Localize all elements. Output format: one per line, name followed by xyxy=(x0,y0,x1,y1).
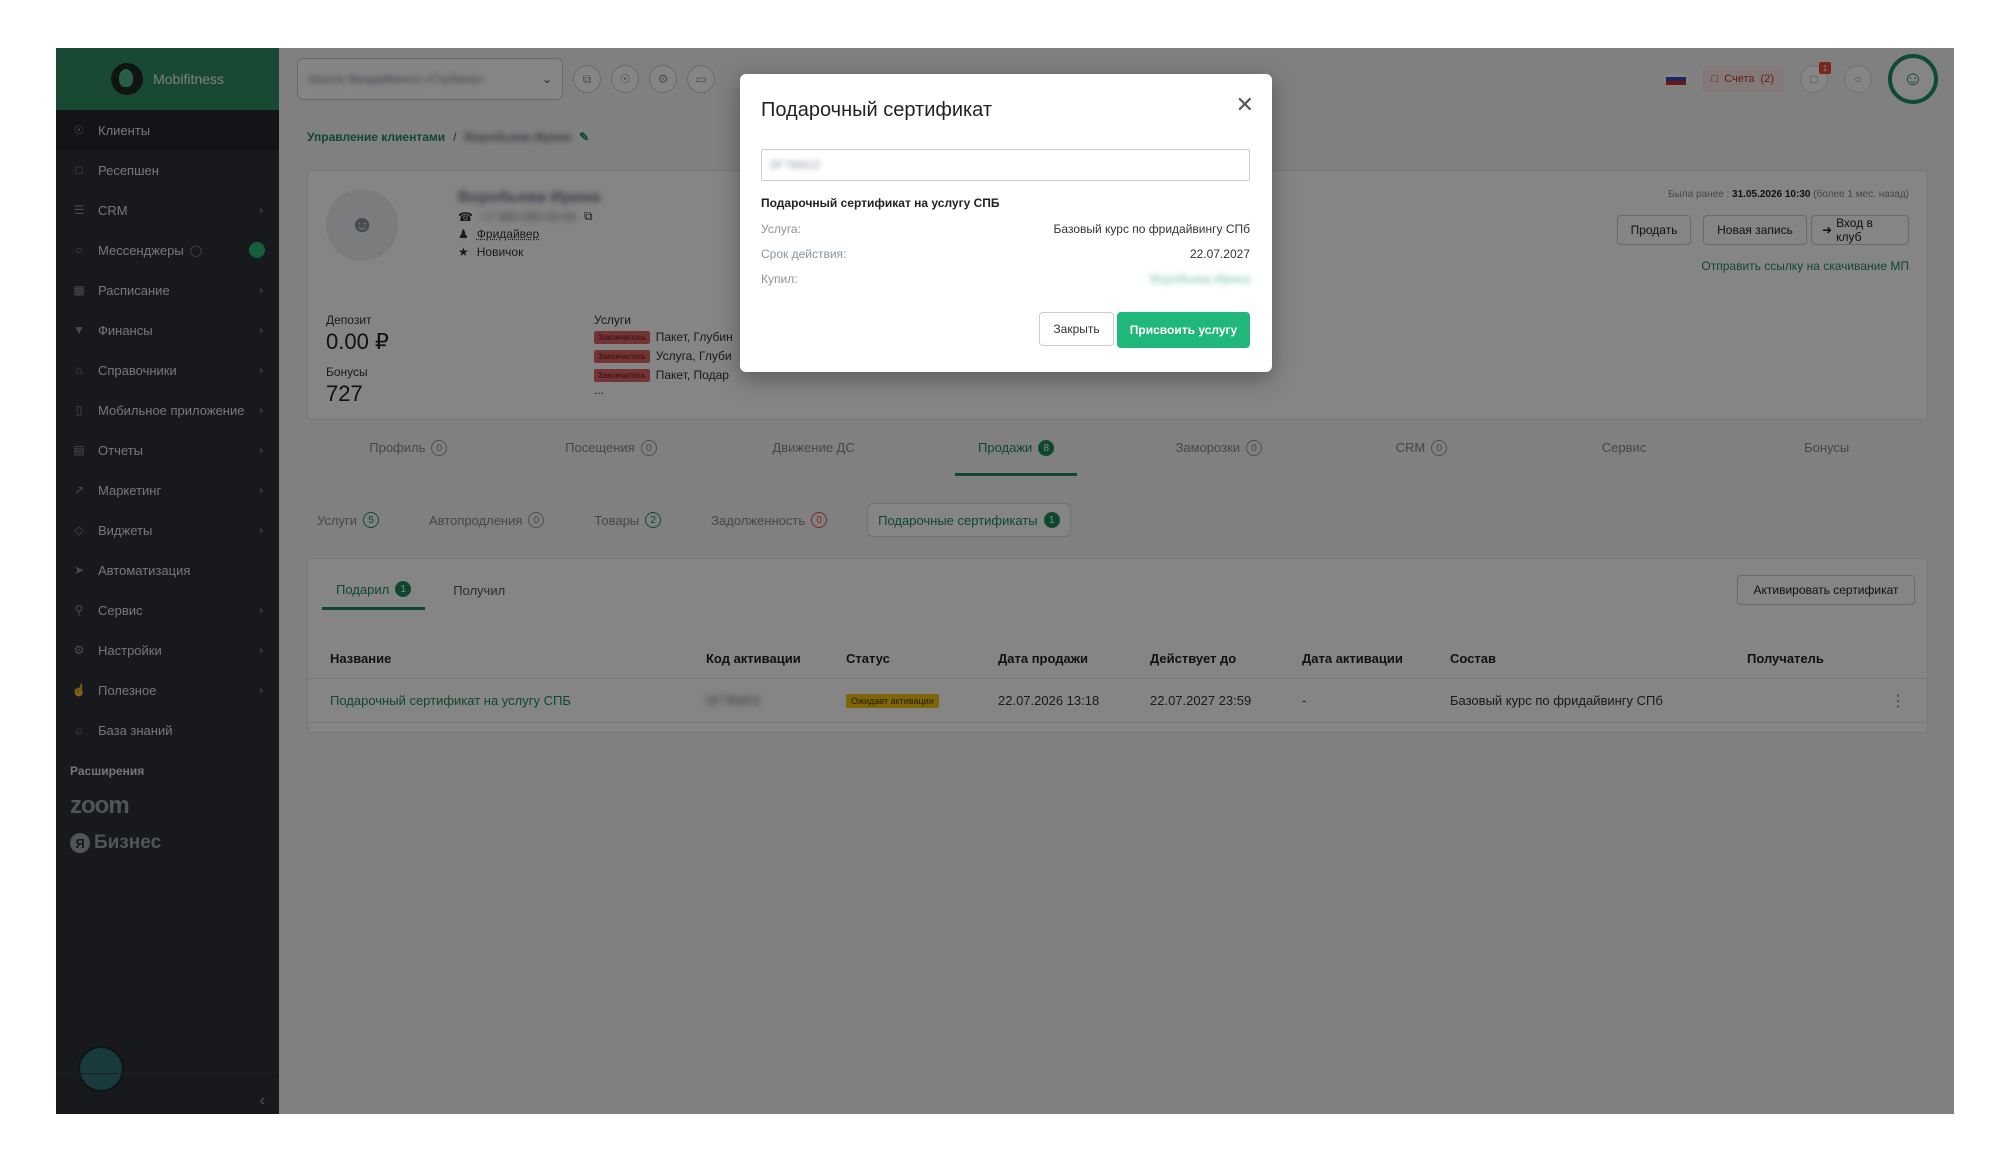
buyer-value[interactable]: Воробьева Ирина xyxy=(1151,272,1250,286)
service-key: Услуга: xyxy=(761,222,801,236)
service-value: Базовый курс по фридайвингу СПб xyxy=(1053,222,1250,236)
modal-title: Подарочный сертификат xyxy=(761,99,993,121)
service-row: Услуга: Базовый курс по фридайвингу СПб xyxy=(761,220,1250,238)
validity-row: Срок действия: 22.07.2027 xyxy=(761,245,1250,263)
gift-certificate-modal: Подарочный сертификат ✕ 0F7B6D2 Подарочн… xyxy=(740,74,1272,372)
certificate-code-field[interactable]: 0F7B6D2 xyxy=(761,149,1250,181)
buyer-key: Купил: xyxy=(761,272,798,286)
certificate-code-value: 0F7B6D2 xyxy=(770,158,821,172)
validity-value: 22.07.2027 xyxy=(1189,247,1250,261)
app-window: Mobifitness ☉ Клиенты □ Ресепшен ☰ CRM ›… xyxy=(56,48,1954,1114)
modal-subtitle: Подарочный сертификат на услугу СПБ xyxy=(761,196,1000,210)
close-icon[interactable]: ✕ xyxy=(1236,94,1254,116)
close-button[interactable]: Закрыть xyxy=(1039,312,1114,346)
buyer-row: Купил: Воробьева Ирина xyxy=(761,270,1250,288)
assign-service-button[interactable]: Присвоить услугу xyxy=(1117,312,1250,348)
validity-key: Срок действия: xyxy=(761,247,847,261)
